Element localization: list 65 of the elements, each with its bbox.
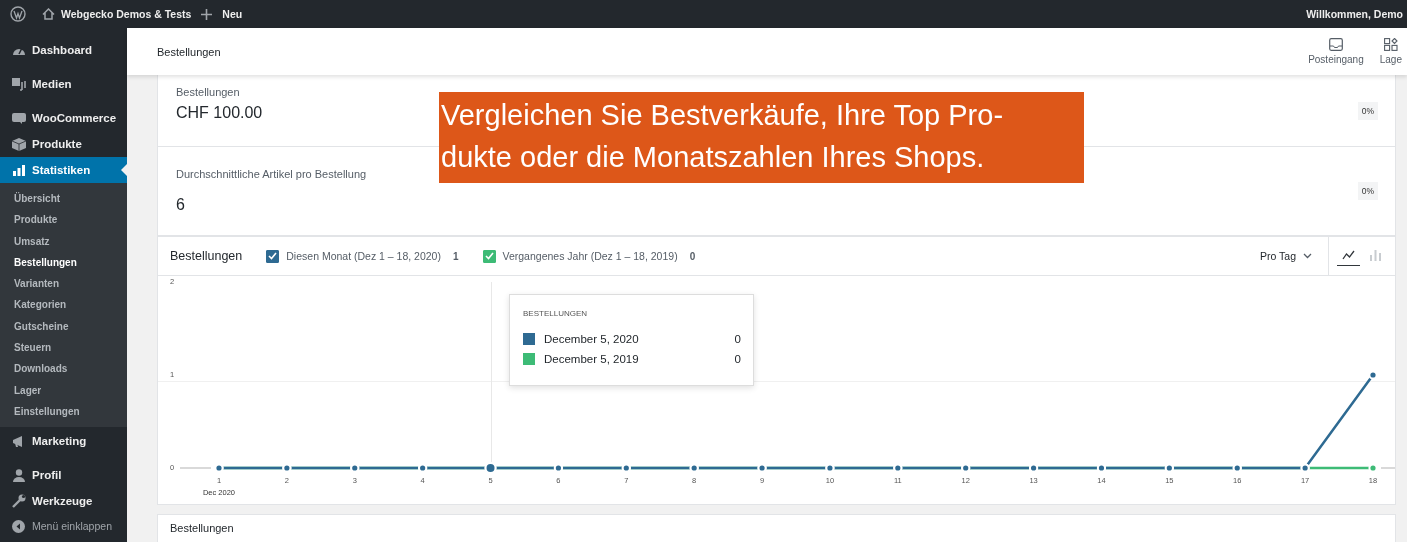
sidebar-item[interactable]: Dashboard: [0, 37, 127, 63]
new-link[interactable]: Neu: [222, 8, 243, 20]
speech-bubble-icon: [11, 112, 26, 124]
legend-checkbox[interactable]: [266, 249, 280, 263]
submenu-item[interactable]: Lager: [0, 379, 127, 401]
header-action-button[interactable]: Lage: [1374, 34, 1407, 69]
legend-count: 0: [689, 250, 696, 262]
chart-title: Bestellungen: [170, 249, 243, 263]
interval-dropdown[interactable]: Pro Tag: [1254, 246, 1318, 266]
stat-label: Bestellungen: [176, 85, 241, 98]
legend-checkbox[interactable]: [482, 249, 496, 263]
submenu-item[interactable]: Produkte: [0, 209, 127, 231]
section-title: Bestellungen: [170, 522, 234, 534]
stat-value: CHF 100.00: [176, 103, 263, 122]
legend-count: 1: [452, 250, 459, 262]
submenu-item[interactable]: Umsatz: [0, 230, 127, 252]
submenu-item[interactable]: Übersicht: [0, 188, 127, 210]
greeting-link[interactable]: Willkommen, Demo: [1306, 8, 1403, 20]
legend-label: Diesen Monat (Dez 1 – 18, 2020): [286, 250, 441, 262]
legend-label: Vergangenes Jahr (Dez 1 – 18, 2019): [502, 250, 678, 262]
submenu-item[interactable]: Varianten: [0, 273, 127, 295]
sidebar-item[interactable]: Produkte: [0, 131, 127, 157]
caption-text: dukte oder die Monatszahlen Ihres Shops.: [441, 140, 986, 175]
stat-label: Durchschnittliche Artikel pro Bestellung: [176, 168, 367, 180]
tooltip-label: December 5, 2019: [544, 353, 640, 365]
data-point: [1368, 370, 1378, 380]
sidebar-item[interactable]: Marketing: [0, 428, 127, 455]
wordpress-logo-icon[interactable]: [10, 6, 26, 22]
caption-text: Vergleichen Sie Bestverkäufe, Ihre Top Pro-: [441, 98, 1005, 133]
submenu-item[interactable]: Kategorien: [0, 294, 127, 316]
data-point: [1368, 463, 1378, 473]
current-menu-pointer: [121, 164, 127, 176]
page-title: Bestellungen: [157, 45, 221, 58]
bar-chart-icon: [1369, 249, 1382, 261]
tooltip-value: 0: [734, 333, 741, 345]
header-action-button[interactable]: Posteingang: [1303, 34, 1369, 69]
stat-value: 6: [176, 196, 186, 214]
inbox-icon: [1328, 38, 1343, 51]
chevron-down-icon: [1303, 253, 1312, 259]
person-icon: [12, 468, 25, 482]
line-chart-icon: [1342, 249, 1355, 261]
delta-badge: 0%: [1357, 101, 1378, 120]
site-name-link[interactable]: Webgecko Demos & Tests: [61, 8, 192, 20]
sidebar-item[interactable]: Medien: [0, 71, 127, 97]
home-icon[interactable]: [42, 8, 55, 20]
collapse-menu-button[interactable]: Menü einklappen: [0, 514, 127, 539]
tooltip-title: BESTELLUNGEN: [523, 309, 589, 318]
delta-badge: 0%: [1357, 182, 1378, 200]
submenu-item[interactable]: Downloads: [0, 358, 127, 380]
sidebar-item[interactable]: Profil: [0, 462, 127, 489]
submenu-item[interactable]: Gutscheine: [0, 315, 127, 338]
tooltip-label: December 5, 2020: [544, 333, 640, 345]
bar-chart-icon: [12, 164, 25, 176]
submenu-item[interactable]: Bestellungen: [0, 251, 127, 274]
media-icon: [11, 77, 26, 91]
tooltip-value: 0: [734, 353, 741, 365]
wrench-icon: [11, 494, 26, 509]
sidebar-item[interactable]: Werkzeuge: [0, 488, 127, 515]
box-icon: [11, 137, 26, 151]
sidebar-item[interactable]: Statistiken: [0, 157, 127, 183]
blocks-icon: [1383, 38, 1398, 51]
submenu-item[interactable]: Steuern: [0, 337, 127, 359]
plus-icon[interactable]: [201, 8, 213, 20]
submenu-item[interactable]: Einstellungen: [0, 400, 127, 423]
sidebar-item[interactable]: WooCommerce: [0, 105, 127, 131]
